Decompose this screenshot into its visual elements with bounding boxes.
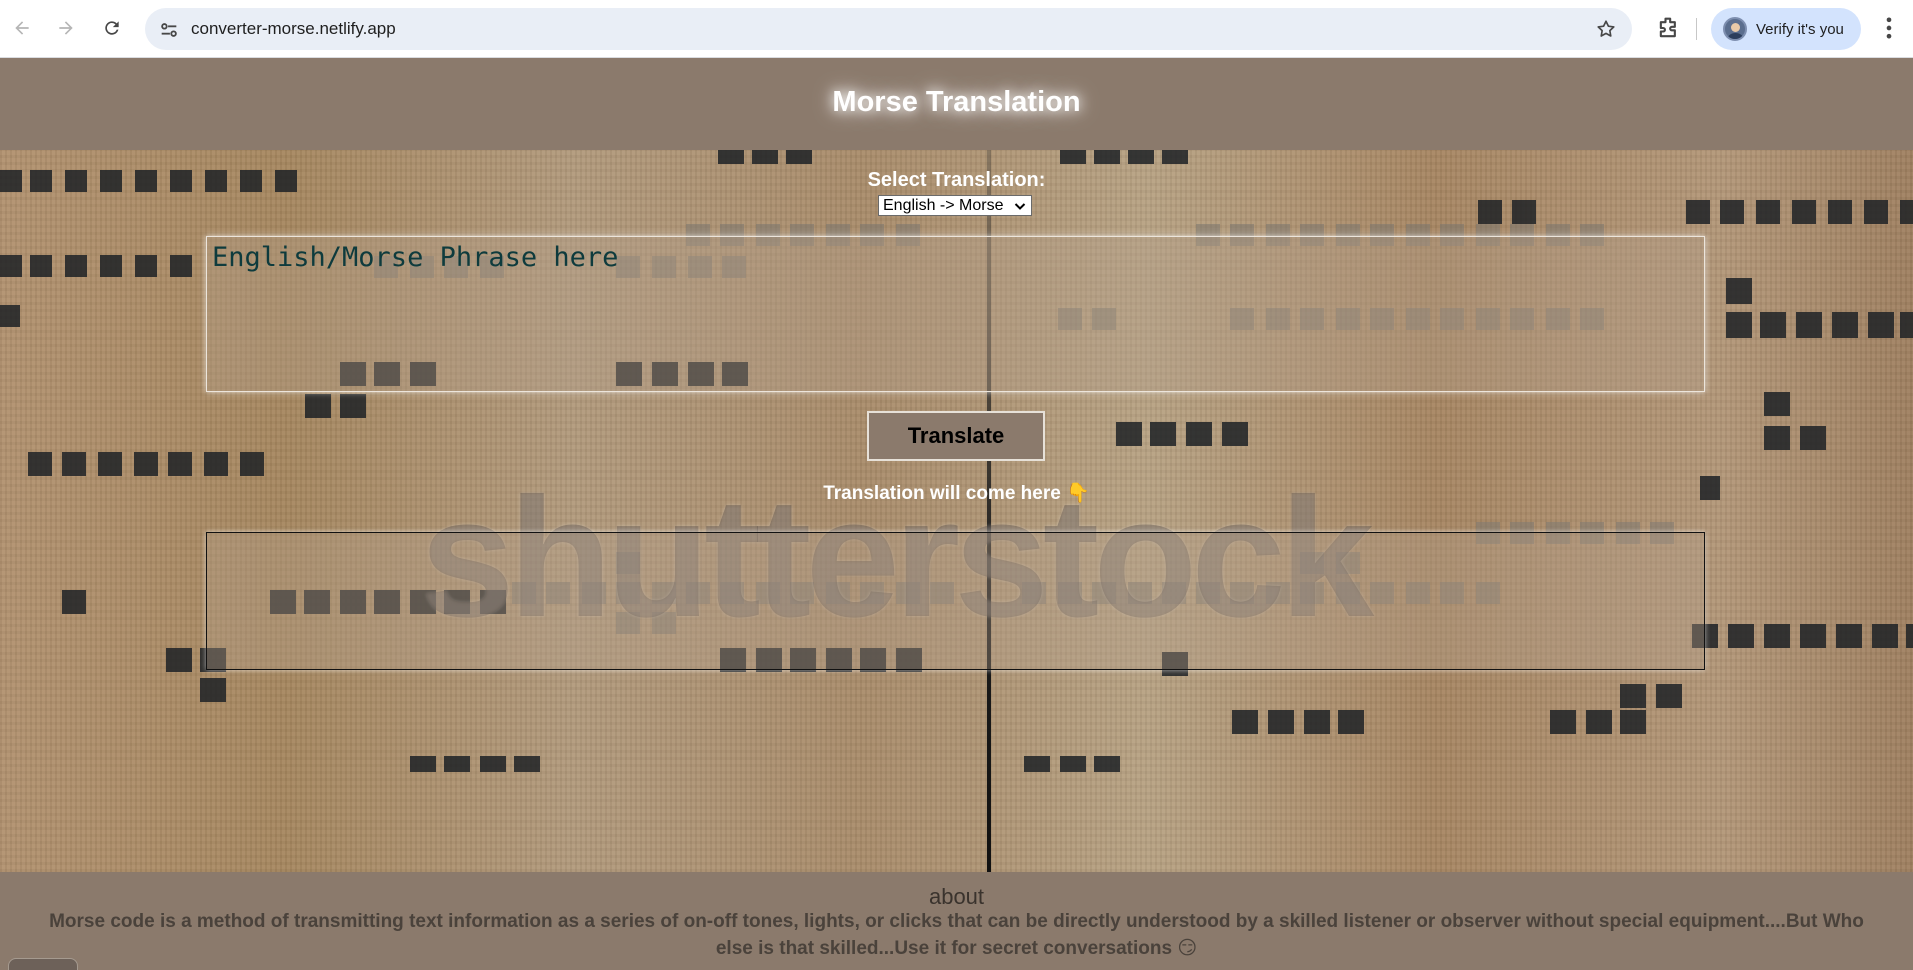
- extensions-icon[interactable]: [1655, 14, 1683, 42]
- profile-button[interactable]: Verify it's you: [1711, 8, 1861, 50]
- phrase-input-placeholder: English/Morse Phrase here: [212, 242, 619, 273]
- forward-icon: [59, 21, 73, 35]
- site-info-icon[interactable]: [158, 19, 180, 41]
- reload-button[interactable]: [95, 11, 129, 45]
- browser-toolbar: converter-morse.netlify.app Verify it's …: [0, 0, 1913, 58]
- profile-label: Verify it's you: [1756, 20, 1844, 38]
- translation-direction-select[interactable]: English -> Morse: [878, 195, 1032, 216]
- web-page: Morse Translation shutterstock Select Tr…: [0, 58, 1913, 970]
- result-label: Translation will come here 👇: [823, 483, 1090, 504]
- select-value: English -> Morse: [883, 196, 1004, 214]
- select-label: Select Translation:: [867, 169, 1046, 191]
- site-header: Morse Translation: [0, 58, 1913, 150]
- corner-tab[interactable]: [8, 958, 78, 970]
- page-title: Morse Translation: [832, 86, 1081, 118]
- about-heading: about: [928, 884, 985, 909]
- kebab-menu-icon[interactable]: [1875, 14, 1903, 42]
- translate-button[interactable]: Translate: [867, 411, 1045, 461]
- bookmark-star-icon[interactable]: [1595, 18, 1617, 40]
- forward-button[interactable]: [49, 11, 83, 45]
- back-button[interactable]: [5, 11, 39, 45]
- about-footer: about Morse code is a method of transmit…: [0, 872, 1913, 970]
- translation-output[interactable]: [206, 532, 1705, 670]
- avatar: [1723, 17, 1747, 41]
- back-icon: [15, 21, 29, 35]
- address-bar[interactable]: converter-morse.netlify.app: [145, 8, 1632, 50]
- url-text[interactable]: converter-morse.netlify.app: [191, 19, 396, 39]
- phrase-input[interactable]: English/Morse Phrase here: [206, 236, 1705, 392]
- chevron-down-icon: [1014, 203, 1026, 210]
- reload-icon: [105, 21, 119, 35]
- about-text: Morse code is a method of transmitting t…: [49, 911, 1864, 959]
- toolbar-divider: [1696, 18, 1697, 40]
